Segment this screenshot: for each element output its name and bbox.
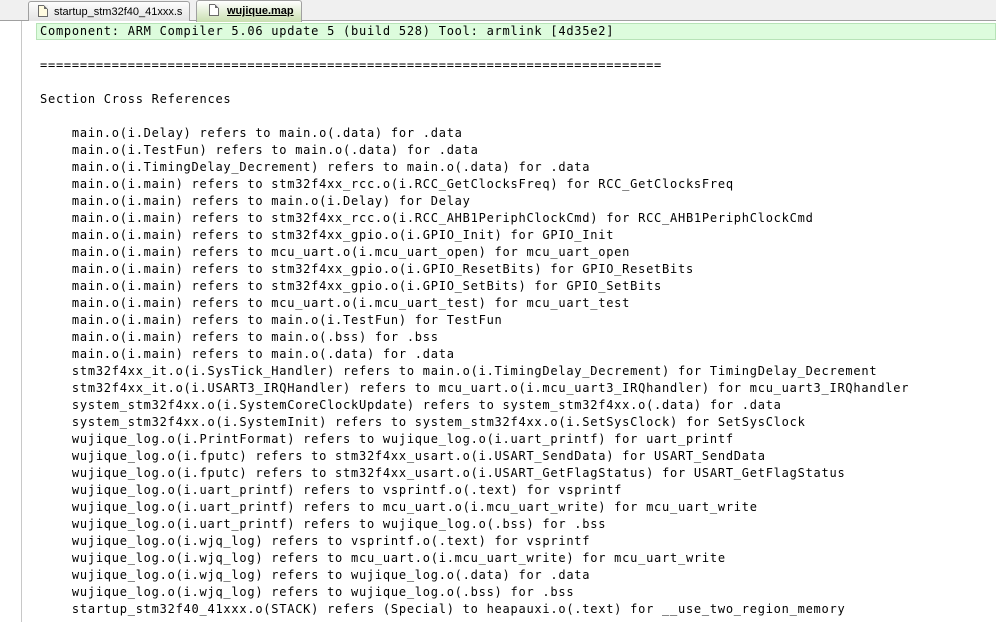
code-line[interactable]: stm32f4xx_it.o(i.USART3_IRQHandler) refe… — [36, 380, 996, 397]
fold-margin — [22, 21, 36, 622]
code-line[interactable] — [36, 74, 996, 91]
code-line[interactable]: main.o(i.main) refers to stm32f4xx_rcc.o… — [36, 210, 996, 227]
code-line[interactable]: Section Cross References — [36, 91, 996, 108]
code-line[interactable]: wujique_log.o(i.wjq_log) refers to wujiq… — [36, 584, 996, 601]
current-line[interactable]: Component: ARM Compiler 5.06 update 5 (b… — [36, 23, 996, 40]
code-line[interactable]: wujique_log.o(i.wjq_log) refers to wujiq… — [36, 567, 996, 584]
code-line[interactable]: wujique_log.o(i.fputc) refers to stm32f4… — [36, 465, 996, 482]
tab-map-file[interactable]: wujique.map — [196, 0, 302, 22]
code-line[interactable]: wujique_log.o(i.wjq_log) refers to vspri… — [36, 533, 996, 550]
code-line[interactable]: main.o(i.main) refers to stm32f4xx_gpio.… — [36, 227, 996, 244]
line-gutter — [0, 21, 21, 622]
document-icon — [209, 4, 219, 16]
tab-startup-file[interactable]: startup_stm32f40_41xxx.s — [28, 1, 190, 21]
code-line[interactable]: system_stm32f4xx.o(i.SystemInit) refers … — [36, 414, 996, 431]
code-line[interactable]: main.o(i.main) refers to stm32f4xx_rcc.o… — [36, 176, 996, 193]
code-line[interactable]: wujique_log.o(i.uart_printf) refers to m… — [36, 499, 996, 516]
code-line[interactable]: main.o(i.main) refers to main.o(.data) f… — [36, 346, 996, 363]
code-line[interactable]: wujique_log.o(i.uart_printf) refers to w… — [36, 516, 996, 533]
code-line[interactable]: main.o(i.main) refers to mcu_uart.o(i.mc… — [36, 244, 996, 261]
tab-label: startup_stm32f40_41xxx.s — [54, 6, 183, 18]
code-line[interactable] — [36, 108, 996, 125]
code-line[interactable]: main.o(i.main) refers to main.o(i.TestFu… — [36, 312, 996, 329]
code-line[interactable]: main.o(i.TimingDelay_Decrement) refers t… — [36, 159, 996, 176]
tab-label: wujique.map — [227, 5, 294, 17]
code-line[interactable]: main.o(i.Delay) refers to main.o(.data) … — [36, 125, 996, 142]
code-line[interactable]: main.o(i.main) refers to main.o(.bss) fo… — [36, 329, 996, 346]
code-line[interactable]: system_stm32f4xx.o(i.SystemCoreClockUpda… — [36, 397, 996, 414]
code-line[interactable] — [36, 40, 996, 57]
code-line[interactable]: main.o(i.main) refers to mcu_uart.o(i.mc… — [36, 295, 996, 312]
code-line[interactable]: startup_stm32f40_41xxx.o(STACK) refers (… — [36, 601, 996, 618]
document-icon — [38, 5, 48, 17]
code-line[interactable]: stm32f4xx_it.o(i.SysTick_Handler) refers… — [36, 363, 996, 380]
code-line[interactable]: wujique_log.o(i.PrintFormat) refers to w… — [36, 431, 996, 448]
code-line[interactable]: main.o(i.main) refers to main.o(i.Delay)… — [36, 193, 996, 210]
code-line[interactable]: wujique_log.o(i.fputc) refers to stm32f4… — [36, 448, 996, 465]
text-editor[interactable]: Component: ARM Compiler 5.06 update 5 (b… — [0, 21, 996, 622]
code-line[interactable]: wujique_log.o(i.wjq_log) refers to mcu_u… — [36, 550, 996, 567]
code-line[interactable]: main.o(i.TestFun) refers to main.o(.data… — [36, 142, 996, 159]
code-line[interactable]: main.o(i.main) refers to stm32f4xx_gpio.… — [36, 261, 996, 278]
editor-lines[interactable]: Component: ARM Compiler 5.06 update 5 (b… — [36, 23, 996, 618]
code-line[interactable]: main.o(i.main) refers to stm32f4xx_gpio.… — [36, 278, 996, 295]
code-line[interactable]: ========================================… — [36, 57, 996, 74]
code-line[interactable]: wujique_log.o(i.uart_printf) refers to v… — [36, 482, 996, 499]
tab-bar: startup_stm32f40_41xxx.s wujique.map — [0, 0, 996, 22]
